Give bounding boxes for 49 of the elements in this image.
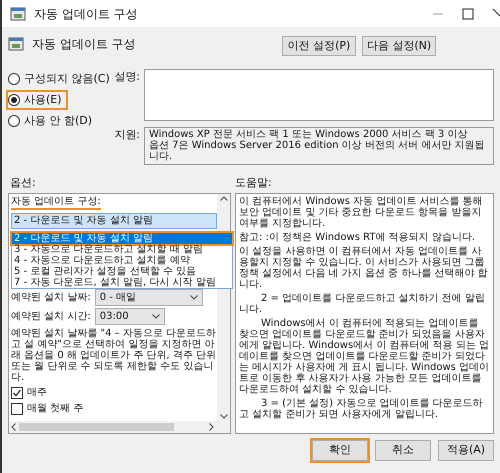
help-heading: 도움말:	[235, 175, 272, 191]
horizontal-scrollbar[interactable]	[9, 421, 230, 433]
options-heading: 옵션:	[9, 175, 37, 191]
window-title: 자동 업데이트 구성	[34, 6, 138, 22]
dropdown-option[interactable]: 3 - 자동으로 다운로드하고 설치할 때 알림	[12, 244, 232, 255]
policy-title: 자동 업데이트 구성	[32, 36, 136, 53]
config-dropdown[interactable]: 2 - 다운로드 및 자동 설치 알림	[11, 213, 217, 229]
radio-option[interactable]: 사용(E)	[8, 92, 66, 108]
install-day-label: 예약된 설치 날짜:	[11, 290, 91, 304]
config-label: 자동 업데이트 구성:	[11, 196, 101, 210]
nav-button[interactable]: 다음 설정(N)	[362, 36, 436, 56]
help-text: Windows에서 이 컴퓨터에 적용되는 업데이트를 찾으면 업데이트를 다운로드할 준비가 되었음을 사용자에게 알립니다. Windows에서 이 컴퓨터에 적용 되는 업데이트를 찾으면 업데이트를 다운로드할 준비가 되었다는 메시지가 사용자에 게 표시 됩니다. Windows 업데이트로 이동한 후 사용자가 사용 가능한 모든 업데이트를 다운로드하여 설치할 수 있습니다.	[239, 318, 490, 395]
dropdown-option[interactable]: 5 - 로컬 관리자가 설정을 선택할 수 있음	[12, 266, 232, 277]
dialog-button[interactable]: 적용(A)	[438, 440, 494, 461]
help-text: 이 설정을 사용하면 이 컴퓨터에서 자동 업데이트를 사용할지 지정할 수 있습니다. 이 서비스가 사용되면 그룹 정책 설정에서 다음 네 가지 옵션 중 하나를 선택해야 합니다.	[239, 246, 489, 290]
radio-option[interactable]: 사용 안 함(D)	[8, 113, 96, 129]
help-text: 2 = 업데이트를 다운로드하고 설치하기 전에 알립니다.	[239, 293, 486, 315]
help-text: 3 = (기본 설정) 자동으로 업데이트를 다운로드하고 설치할 준비가 되면 사용자에게 알립니다.	[239, 398, 484, 420]
dialog-button[interactable]: 취소	[375, 440, 431, 461]
dialog-button[interactable]: 확인	[312, 440, 368, 461]
comment-label: 설명:	[113, 69, 140, 85]
dropdown-option[interactable]: 4 - 자동으로 다운로드하고 설치를 예약	[12, 255, 232, 266]
chevron-down-icon	[190, 294, 198, 300]
scroll-left-icon[interactable]	[11, 423, 16, 431]
checkbox-label: 매월 첫째 주	[27, 402, 84, 416]
chevron-down-icon	[152, 314, 160, 319]
supported-text: Windows XP 전문 서비스 팩 1 또는 Windows 2000 서비스 팩 3 이상	[149, 129, 468, 140]
checkbox[interactable]	[11, 402, 23, 414]
scroll-right-icon[interactable]	[209, 423, 214, 431]
checkbox[interactable]	[11, 386, 23, 398]
nav-button[interactable]: 이전 설정(P)	[282, 36, 356, 56]
install-time-label: 예약된 설치 시간:	[11, 310, 91, 324]
help-text: 참고: :이 정책은 Windows RT에 적용되지 않습니다.	[239, 232, 476, 243]
supported-label: 지원:	[113, 127, 140, 143]
help-text: 이 컴퓨터에서 Windows 자동 업데이트 서비스를 통해 보안 업데이트 및 기타 중요한 다운로드 항목을 받을지 여부를 지정합니다.	[239, 196, 484, 229]
note-text: 예약된 설치 날짜를 "4 – 자동으로 다운로드하고 설 예약"으로 선택하여 일정을 지정하면 아래 옵션을 0 해 업데이트가 주 단위, 격주 단위 또는 월 단위로 수 되도록 제한할 수도 있습니다.	[11, 328, 217, 383]
install-day-select[interactable]: 0 - 매일	[94, 288, 203, 306]
radio-option[interactable]: 구성되지 않음(C)	[8, 71, 114, 87]
dropdown-option[interactable]: 2 - 다운로드 및 자동 설치 알림	[12, 233, 232, 244]
window-icon	[10, 6, 26, 22]
checkbox-label: 매주	[27, 386, 47, 400]
install-time-select[interactable]: 03:00	[94, 308, 165, 325]
supported-text: 옵션 7은 Windows Server 2016 edition 이상 버전의 서버 에서만 지원됩니다.	[149, 140, 486, 162]
scroll-down-icon[interactable]	[220, 414, 228, 419]
maximize-icon[interactable]	[462, 8, 474, 20]
policy-icon	[8, 36, 24, 52]
scroll-up-icon[interactable]	[220, 196, 228, 201]
comment-field[interactable]	[144, 69, 494, 121]
dropdown-option[interactable]: 7 - 자동 다운로드, 설치 알림, 다시 시작 알림	[12, 277, 232, 288]
